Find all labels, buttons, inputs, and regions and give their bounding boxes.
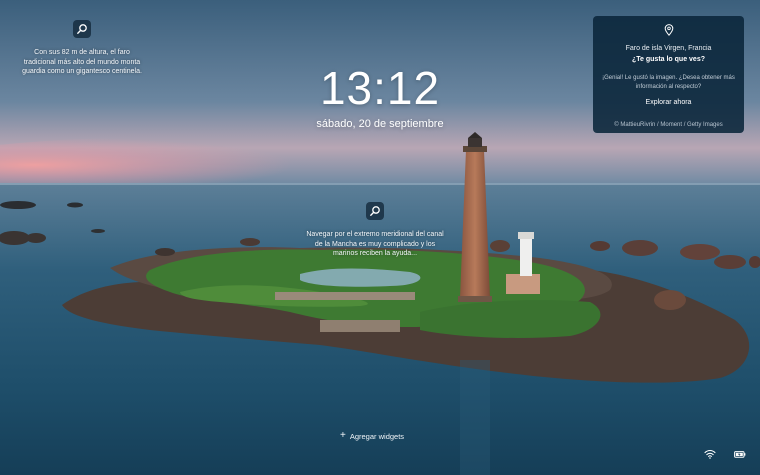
- plus-icon: +: [340, 430, 346, 441]
- location-pin-icon: [664, 24, 673, 36]
- spotlight-question-link[interactable]: ¿Te gusta lo que ves?: [593, 56, 744, 63]
- add-widgets-label: Agregar widgets: [349, 431, 405, 441]
- search-icon[interactable]: [366, 202, 384, 220]
- image-fact-hotspot-center[interactable]: Navegar por el extremo meridional del ca…: [305, 202, 445, 259]
- explore-now-link[interactable]: Explorar ahora: [646, 99, 692, 106]
- image-credit: © MattieuRivrin / Moment / Getty Images: [614, 122, 723, 128]
- search-icon[interactable]: [73, 20, 91, 38]
- image-fact-text: Navegar por el extremo meridional del ca…: [306, 231, 444, 257]
- spotlight-info-card: Faro de isla Virgen, Francia ¿Te gusta l…: [593, 16, 744, 133]
- spotlight-description: ¡Genial! Le gustó la imagen. ¿Desea obte…: [602, 75, 735, 90]
- wifi-icon[interactable]: [704, 449, 716, 459]
- spotlight-title[interactable]: Faro de isla Virgen, Francia: [593, 45, 744, 52]
- add-widgets-button[interactable]: + Agregar widgets: [340, 430, 420, 442]
- battery-icon[interactable]: [734, 449, 746, 459]
